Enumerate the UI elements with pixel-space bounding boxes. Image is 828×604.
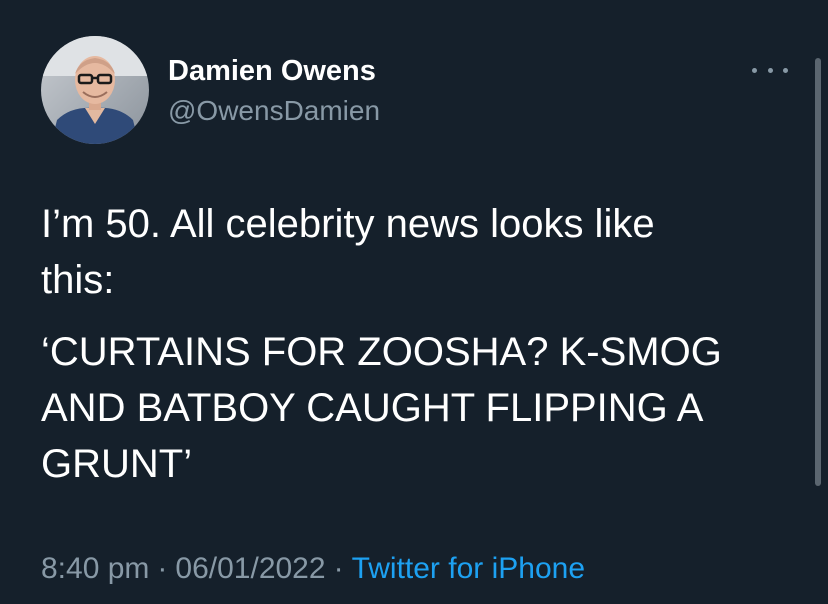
tweet-time[interactable]: 8:40 pm [41, 552, 149, 585]
more-horizontal-icon-dot [783, 67, 788, 73]
tweet-metadata: 8:40 pm · 06/01/2022 · Twitter for iPhone [41, 549, 585, 589]
tweet-paragraph: I’m 50. All celebrity news looks like th… [41, 202, 655, 302]
meta-separator: · [157, 552, 168, 585]
author-handle[interactable]: @OwensDamien [168, 95, 380, 127]
avatar[interactable] [41, 36, 149, 144]
tweet-paragraph: ‘CURTAINS FOR ZOOSHA? K-SMOG AND BATBOY … [41, 330, 722, 486]
meta-separator: · [333, 552, 344, 585]
tweet-date[interactable]: 06/01/2022 [175, 552, 325, 585]
scrollbar[interactable] [815, 58, 821, 486]
tweet-source-link[interactable]: Twitter for iPhone [352, 552, 585, 585]
more-horizontal-icon [752, 67, 757, 73]
more-options-button[interactable] [752, 60, 788, 80]
author-display-name[interactable]: Damien Owens [168, 54, 380, 88]
avatar-photo [41, 36, 149, 144]
more-horizontal-icon-dot [767, 67, 773, 73]
author-info: Damien Owens @OwensDamien [168, 54, 380, 127]
tweet-text: I’m 50. All celebrity news looks like th… [41, 196, 801, 492]
tweet-card: Damien Owens @OwensDamien I’m 50. All ce… [0, 0, 828, 604]
